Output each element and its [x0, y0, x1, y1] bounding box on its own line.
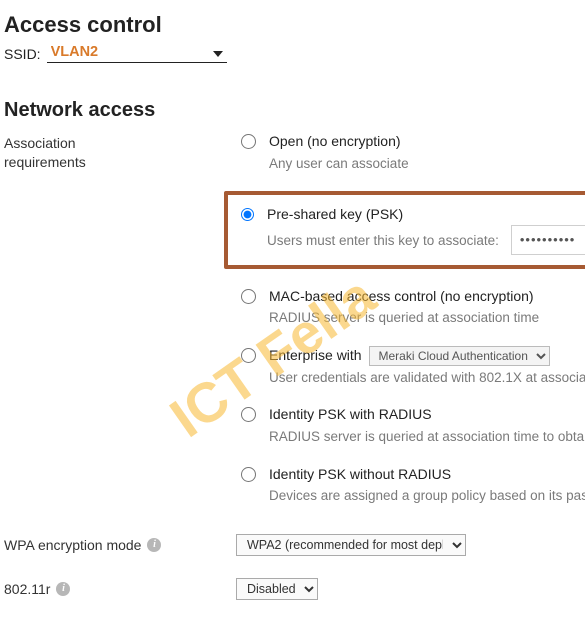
option-ipsk-noradius-desc: Devices are assigned a group policy base…	[269, 486, 585, 506]
dot11r-label: 802.11r i	[4, 581, 224, 597]
wpa-label: WPA encryption mode i	[4, 537, 224, 553]
info-icon[interactable]: i	[56, 582, 70, 596]
option-mac-title: MAC-based access control (no encryption)	[269, 287, 585, 307]
radio-enterprise[interactable]	[241, 348, 256, 363]
ssid-label: SSID:	[4, 46, 41, 62]
option-ipsk-radius-title: Identity PSK with RADIUS	[269, 405, 585, 425]
option-ipsk-radius-desc: RADIUS server is queried at association …	[269, 427, 585, 447]
info-icon[interactable]: i	[147, 538, 161, 552]
option-open-title: Open (no encryption)	[269, 132, 585, 152]
ssid-select[interactable]: VLAN2	[47, 44, 227, 63]
option-enterprise[interactable]: Enterprise with Meraki Cloud Authenticat…	[236, 346, 585, 388]
option-ipsk-noradius[interactable]: Identity PSK without RADIUS Devices are …	[236, 465, 585, 506]
radio-ipsk-noradius[interactable]	[241, 467, 256, 482]
network-access-heading: Network access	[4, 99, 585, 122]
option-enterprise-desc: User credentials are validated with 802.…	[269, 368, 585, 388]
option-mac-desc: RADIUS server is queried at association …	[269, 308, 585, 328]
radio-open[interactable]	[241, 134, 256, 149]
dot11r-select[interactable]: Disabled	[236, 578, 318, 600]
association-requirements-label: Association requirements	[4, 132, 224, 172]
radio-ipsk-radius[interactable]	[241, 407, 256, 422]
option-enterprise-title: Enterprise with Meraki Cloud Authenticat…	[269, 346, 585, 366]
radio-psk[interactable]	[241, 208, 254, 221]
option-open-desc: Any user can associate	[269, 154, 585, 174]
radio-mac[interactable]	[241, 289, 256, 304]
option-psk-highlight: Pre-shared key (PSK) Users must enter th…	[224, 191, 585, 269]
option-ipsk-noradius-title: Identity PSK without RADIUS	[269, 465, 585, 485]
wpa-mode-select[interactable]: WPA2 (recommended for most deployments)	[236, 534, 466, 556]
page-title: Access control	[4, 12, 585, 38]
option-open[interactable]: Open (no encryption) Any user can associ…	[236, 132, 585, 173]
option-psk-title: Pre-shared key (PSK)	[267, 205, 585, 225]
option-mac[interactable]: MAC-based access control (no encryption)…	[236, 287, 585, 328]
option-ipsk-radius[interactable]: Identity PSK with RADIUS RADIUS server i…	[236, 405, 585, 446]
option-psk-desc: Users must enter this key to associate:	[267, 231, 499, 251]
psk-key-input[interactable]	[511, 225, 585, 255]
enterprise-auth-select[interactable]: Meraki Cloud Authentication	[369, 346, 550, 366]
